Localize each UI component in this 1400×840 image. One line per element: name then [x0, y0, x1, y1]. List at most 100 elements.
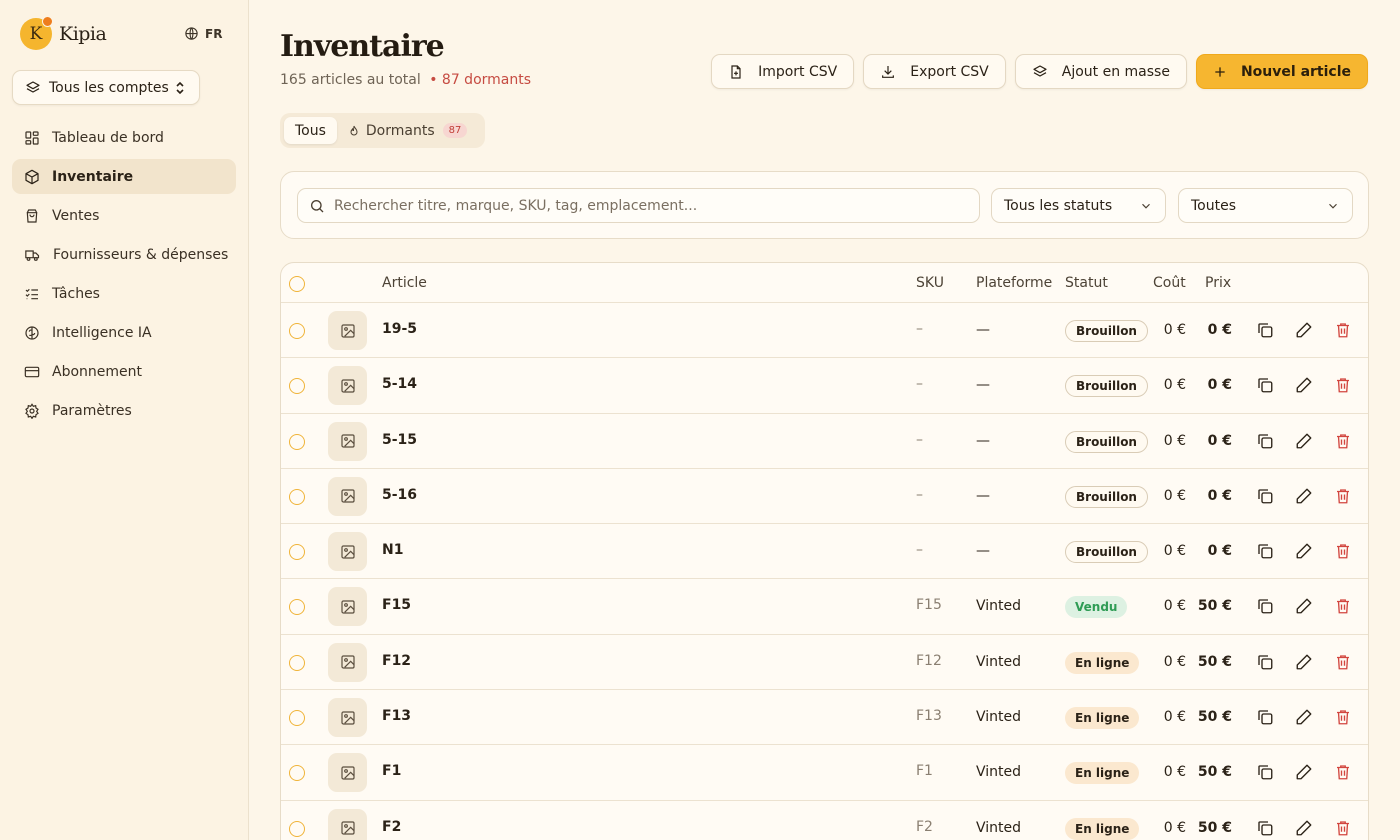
column-header-status[interactable]: Statut [1065, 275, 1108, 291]
delete-button[interactable] [1334, 708, 1352, 726]
brand[interactable]: K Kipia [20, 16, 107, 50]
article-platform: — [976, 543, 990, 560]
select-all-checkbox[interactable] [289, 276, 305, 292]
delete-button[interactable] [1334, 819, 1352, 837]
image-placeholder[interactable] [328, 587, 367, 627]
row-checkbox[interactable] [289, 710, 305, 727]
duplicate-button[interactable] [1256, 653, 1274, 671]
article-title[interactable]: F1 [382, 763, 401, 779]
article-title[interactable]: N1 [382, 542, 403, 558]
delete-button[interactable] [1334, 597, 1352, 615]
image-placeholder[interactable] [328, 421, 367, 461]
new-article-button[interactable]: Nouvel article [1195, 54, 1368, 89]
row-checkbox[interactable] [289, 654, 305, 671]
column-header-platform[interactable]: Plateforme [976, 275, 1052, 291]
sidebar-item-inventory[interactable]: Inventaire [12, 159, 236, 194]
image-placeholder[interactable] [328, 698, 367, 738]
sidebar-item-dashboard[interactable]: Tableau de bord [12, 120, 236, 155]
edit-button[interactable] [1295, 819, 1313, 837]
export-csv-button[interactable]: Export CSV [863, 54, 1006, 89]
duplicate-button[interactable] [1256, 542, 1274, 560]
bulk-add-button[interactable]: Ajout en masse [1014, 54, 1187, 89]
category-filter-select[interactable]: Toutes [1178, 188, 1353, 223]
edit-button[interactable] [1295, 432, 1313, 450]
table-row[interactable]: 19-5 – — Brouillon 0 € 0 € [281, 303, 1368, 359]
column-header-price[interactable]: Prix [1205, 275, 1231, 291]
delete-button[interactable] [1334, 376, 1352, 394]
image-placeholder[interactable] [328, 311, 367, 350]
duplicate-button[interactable] [1256, 597, 1274, 615]
image-placeholder[interactable] [328, 532, 367, 572]
account-selector[interactable]: Tous les comptes [12, 70, 200, 105]
status-filter-select[interactable]: Tous les statuts [991, 188, 1166, 223]
edit-button[interactable] [1295, 597, 1313, 615]
row-checkbox[interactable] [289, 378, 305, 395]
article-sku: F2 [916, 818, 933, 835]
sidebar-item-settings[interactable]: Paramètres [12, 393, 236, 428]
import-csv-button[interactable]: Import CSV [711, 54, 855, 89]
duplicate-button[interactable] [1256, 376, 1274, 394]
column-header-cost[interactable]: Coût [1153, 275, 1186, 291]
article-title[interactable]: 5-14 [382, 376, 417, 392]
language-label: FR [205, 26, 223, 41]
image-placeholder[interactable] [328, 366, 367, 406]
row-checkbox[interactable] [289, 433, 305, 450]
article-title[interactable]: F2 [382, 819, 401, 835]
edit-button[interactable] [1295, 321, 1313, 339]
article-title[interactable]: 19-5 [382, 321, 417, 337]
table-row[interactable]: 5-14 – — Brouillon 0 € 0 € [281, 358, 1368, 414]
row-checkbox[interactable] [289, 765, 305, 782]
duplicate-button[interactable] [1256, 432, 1274, 450]
row-checkbox[interactable] [289, 323, 305, 339]
image-placeholder[interactable] [328, 808, 367, 840]
delete-button[interactable] [1334, 542, 1352, 560]
table-row[interactable]: F13 F13 Vinted En ligne 0 € 50 € [281, 690, 1368, 746]
edit-button[interactable] [1295, 542, 1313, 560]
delete-button[interactable] [1334, 432, 1352, 450]
delete-button[interactable] [1334, 653, 1352, 671]
sidebar-item-suppliers[interactable]: Fournisseurs & dépenses [12, 237, 236, 272]
article-title[interactable]: F15 [382, 597, 411, 613]
table-row[interactable]: 5-16 – — Brouillon 0 € 0 € [281, 469, 1368, 525]
article-title[interactable]: F12 [382, 653, 411, 669]
image-placeholder[interactable] [328, 642, 367, 682]
sidebar-item-tasks[interactable]: Tâches [12, 276, 236, 311]
duplicate-button[interactable] [1256, 321, 1274, 339]
article-title[interactable]: 5-15 [382, 432, 417, 448]
delete-button[interactable] [1334, 321, 1352, 339]
sidebar-item-sales[interactable]: Ventes [12, 198, 236, 233]
article-title[interactable]: F13 [382, 708, 411, 724]
edit-button[interactable] [1295, 763, 1313, 781]
table-row[interactable]: F1 F1 Vinted En ligne 0 € 50 € [281, 745, 1368, 801]
column-header-article[interactable]: Article [382, 275, 427, 291]
edit-button[interactable] [1295, 376, 1313, 394]
tab-all[interactable]: Tous [284, 117, 337, 144]
tab-dormant[interactable]: Dormants 87 [337, 117, 478, 144]
row-checkbox[interactable] [289, 544, 305, 561]
image-placeholder[interactable] [328, 476, 367, 516]
sidebar-item-subscription[interactable]: Abonnement [12, 354, 236, 389]
row-checkbox[interactable] [289, 820, 305, 837]
article-title[interactable]: 5-16 [382, 487, 417, 503]
table-row[interactable]: F15 F15 Vinted Vendu 0 € 50 € [281, 579, 1368, 635]
delete-button[interactable] [1334, 763, 1352, 781]
duplicate-button[interactable] [1256, 708, 1274, 726]
table-row[interactable]: F12 F12 Vinted En ligne 0 € 50 € [281, 635, 1368, 691]
row-checkbox[interactable] [289, 488, 305, 505]
column-header-sku[interactable]: SKU [916, 275, 944, 291]
table-row[interactable]: N1 – — Brouillon 0 € 0 € [281, 524, 1368, 580]
image-placeholder[interactable] [328, 753, 367, 793]
edit-button[interactable] [1295, 653, 1313, 671]
sidebar-item-ai[interactable]: Intelligence IA [12, 315, 236, 350]
language-switcher[interactable]: FR [184, 26, 222, 41]
table-row[interactable]: 5-15 – — Brouillon 0 € 0 € [281, 414, 1368, 469]
edit-button[interactable] [1295, 487, 1313, 505]
edit-button[interactable] [1295, 708, 1313, 726]
duplicate-button[interactable] [1256, 487, 1274, 505]
duplicate-button[interactable] [1256, 819, 1274, 837]
delete-button[interactable] [1334, 487, 1352, 505]
duplicate-button[interactable] [1256, 763, 1274, 781]
row-checkbox[interactable] [289, 599, 305, 616]
search-input[interactable]: Rechercher titre, marque, SKU, tag, empl… [297, 188, 980, 223]
table-row[interactable]: F2 F2 Vinted En ligne 0 € 50 € [281, 801, 1368, 840]
